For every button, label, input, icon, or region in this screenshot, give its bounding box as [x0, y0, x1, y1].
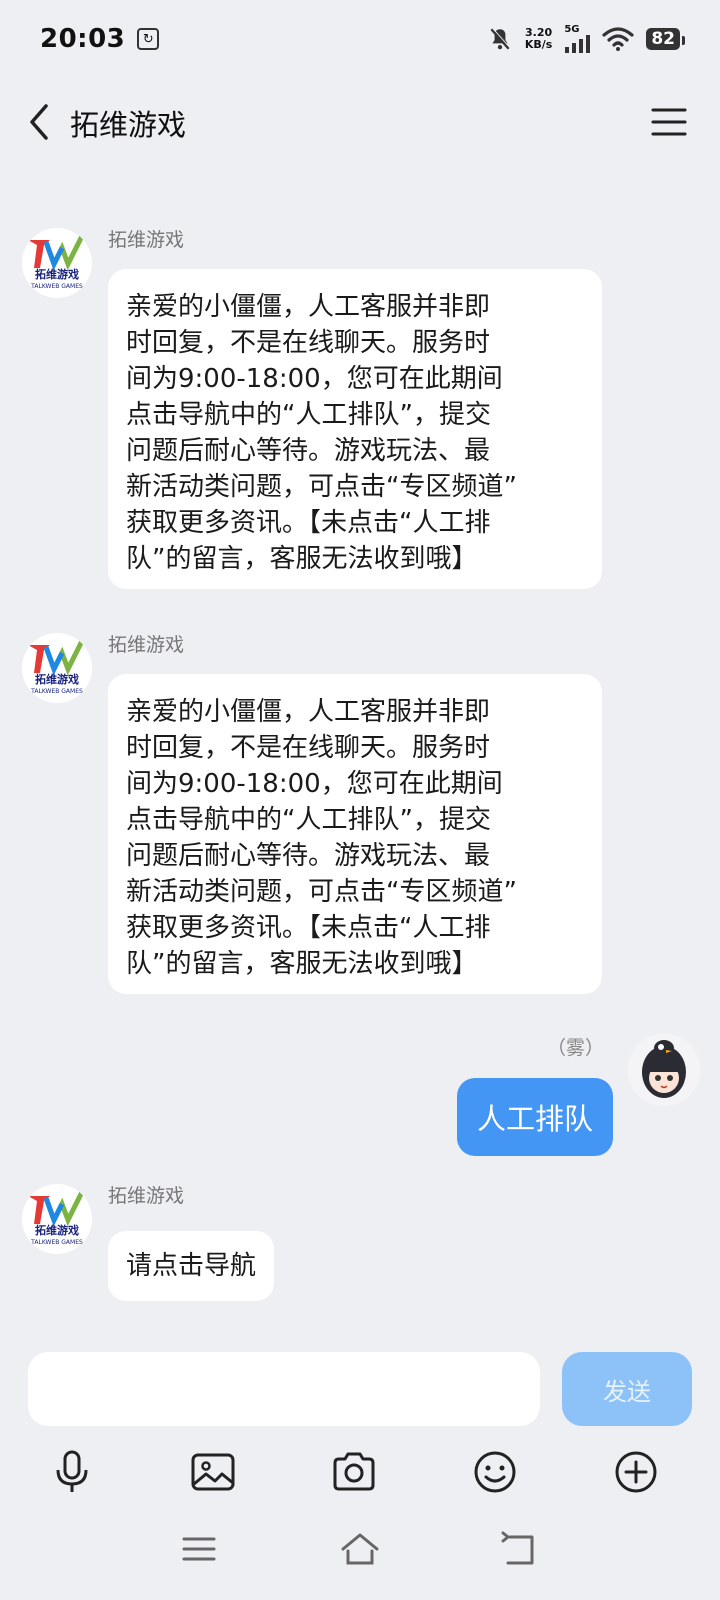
logo-name: 拓维游戏	[35, 267, 79, 281]
microphone-icon	[56, 1450, 88, 1492]
mute-bell-icon	[490, 27, 511, 50]
composer-tools	[0, 1440, 720, 1500]
anime-avatar-icon	[628, 1034, 700, 1106]
send-button[interactable]: 发送	[562, 1352, 692, 1426]
logo-sub: TALKWEB GAMES	[30, 283, 83, 290]
home-button[interactable]	[339, 1529, 381, 1571]
back-button[interactable]	[22, 100, 62, 144]
back-nav-icon	[501, 1531, 534, 1565]
avatar[interactable]: 拓维游戏 TALKWEB GAMES	[22, 228, 92, 298]
hamburger-menu-icon	[651, 108, 687, 136]
sender-name: （雾）	[546, 1037, 604, 1059]
system-nav-bar	[0, 1525, 720, 1585]
page-title: 拓维游戏	[70, 108, 187, 142]
talkweb-logo-icon: 拓维游戏 TALKWEB GAMES	[28, 234, 85, 290]
back-nav-button[interactable]	[500, 1529, 542, 1571]
battery-indicator: 82	[646, 28, 685, 50]
status-bar: 20:03 ↻ 3.20 KB/s 5G 82	[0, 0, 720, 78]
composer: 发送	[0, 1340, 720, 1426]
message-text: 请点击导航	[126, 1251, 257, 1281]
talkweb-logo-icon: 拓维游戏 TALKWEB GAMES	[28, 639, 85, 695]
user-avatar[interactable]	[628, 1034, 700, 1106]
message-bubble-user[interactable]: 人工排队	[456, 1078, 613, 1156]
recent-apps-icon	[182, 1537, 216, 1561]
home-icon	[341, 1533, 379, 1565]
net-speed: 3.20 KB/s	[525, 27, 552, 51]
sender-name: 拓维游戏	[108, 229, 185, 251]
recent-apps-button[interactable]	[178, 1529, 220, 1571]
avatar[interactable]: 拓维游戏 TALKWEB GAMES	[22, 1184, 92, 1254]
message-bubble[interactable]: 请点击导航	[108, 1231, 275, 1301]
network-type: 5G	[564, 24, 580, 35]
net-speed-unit: KB/s	[524, 38, 553, 51]
message-bubble[interactable]: 亲爱的小僵僵，人工客服并非即 时回复，不是在线聊天。服务时 间为9:00-18:…	[108, 674, 602, 994]
chevron-left-icon	[30, 104, 48, 140]
sync-icon: ↻	[137, 28, 160, 50]
image-icon	[191, 1453, 235, 1491]
camera-button[interactable]	[330, 1448, 378, 1496]
logo-name: 拓维游戏	[35, 1223, 79, 1237]
menu-button[interactable]	[650, 102, 688, 142]
status-icons: 3.20 KB/s 5G 82	[487, 24, 685, 53]
talkweb-logo-icon: 拓维游戏 TALKWEB GAMES	[28, 1190, 85, 1246]
message-text: 人工排队	[476, 1102, 593, 1136]
sender-name: 拓维游戏	[108, 634, 185, 656]
more-button[interactable]	[612, 1448, 660, 1496]
image-button[interactable]	[189, 1448, 237, 1496]
signal-bars-icon	[565, 35, 591, 53]
message-input[interactable]	[28, 1352, 540, 1426]
wifi-icon	[602, 27, 634, 51]
message-text: 亲爱的小僵僵，人工客服并非即 时回复，不是在线聊天。服务时 间为9:00-18:…	[126, 292, 517, 574]
message-text: 亲爱的小僵僵，人工客服并非即 时回复，不是在线聊天。服务时 间为9:00-18:…	[126, 697, 517, 979]
emoji-button[interactable]	[471, 1448, 519, 1496]
camera-icon	[333, 1452, 375, 1491]
emoji-icon	[474, 1451, 516, 1493]
logo-sub: TALKWEB GAMES	[30, 688, 83, 695]
logo-sub: TALKWEB GAMES	[30, 1239, 83, 1246]
voice-button[interactable]	[48, 1448, 96, 1496]
avatar[interactable]: 拓维游戏 TALKWEB GAMES	[22, 633, 92, 703]
logo-name: 拓维游戏	[35, 672, 79, 686]
sender-name: 拓维游戏	[108, 1185, 185, 1207]
cell-signal: 5G	[564, 24, 591, 53]
message-bubble[interactable]: 亲爱的小僵僵，人工客服并非即 时回复，不是在线聊天。服务时 间为9:00-18:…	[108, 269, 602, 589]
status-time: 20:03	[40, 24, 126, 54]
plus-circle-icon	[615, 1451, 657, 1493]
chat-header: 拓维游戏	[0, 90, 720, 154]
